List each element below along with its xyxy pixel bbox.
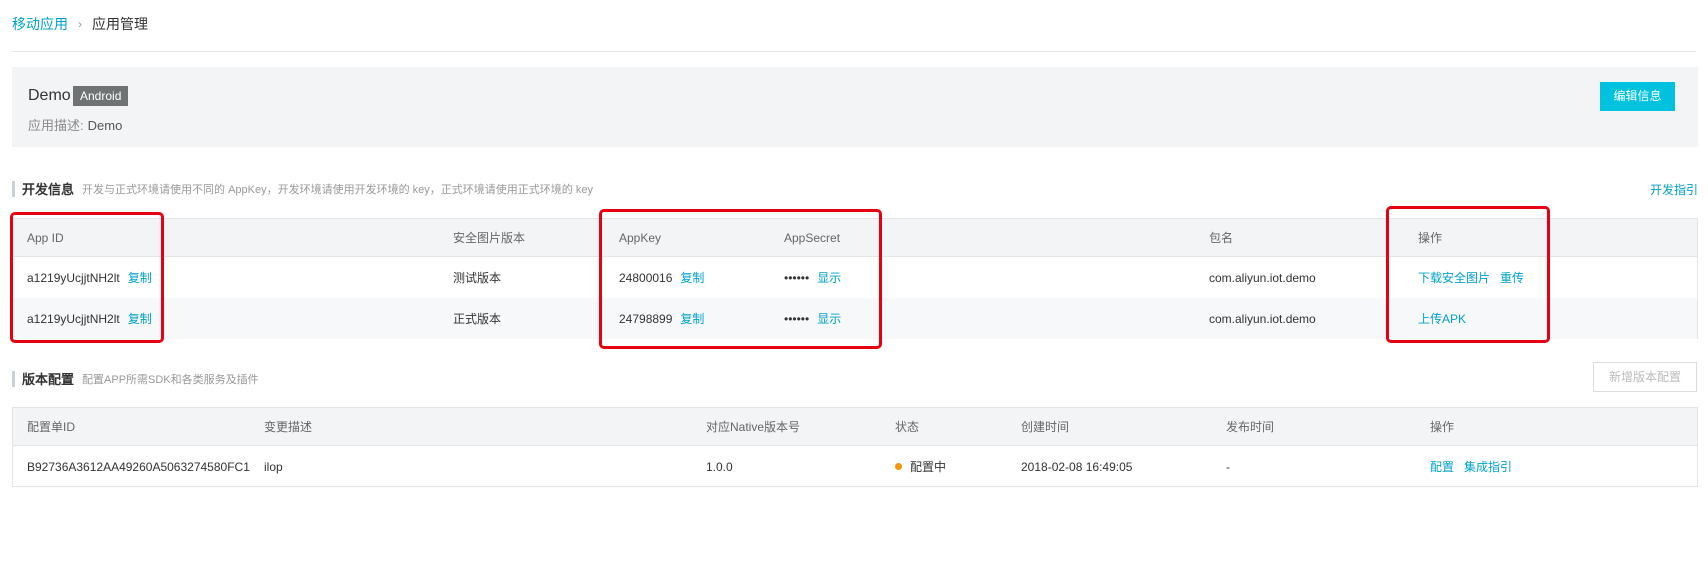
change-desc-value: ilop [264, 459, 283, 474]
version-config-hint: 配置APP所需SDK和各类服务及插件 [82, 373, 259, 386]
config-id-value: B92736A3612AA49260A5063274580FC1 [27, 459, 250, 474]
col-actions: 操作 [1418, 231, 1443, 245]
table-header: App ID 安全图片版本 AppKey AppSecret 包名 操作 [13, 219, 1697, 257]
table-row: a1219yUcjjtNH2lt 复制 正式版本 24798899 复制 •••… [13, 298, 1697, 339]
col-status: 状态 [895, 420, 920, 434]
integration-guide-link[interactable]: 集成指引 [1464, 458, 1512, 475]
dev-info-header: 开发信息 开发与正式环境请使用不同的 AppKey，开发环境请使用开发环境的 k… [12, 179, 593, 198]
platform-badge: Android [73, 86, 129, 106]
col-change-desc: 变更描述 [264, 420, 313, 434]
show-secret-button[interactable]: 显示 [817, 269, 841, 286]
package-name-value: com.aliyun.iot.demo [1209, 311, 1316, 326]
col-app-id: App ID [27, 230, 64, 245]
add-version-config-button[interactable]: 新增版本配置 [1593, 362, 1697, 392]
app-key-value: 24798899 [619, 311, 673, 326]
app-key-value: 24800016 [619, 270, 673, 285]
copy-app-id-button[interactable]: 复制 [128, 310, 152, 327]
breadcrumb: 移动应用 › 应用管理 [12, 14, 148, 34]
copy-app-id-button[interactable]: 复制 [128, 269, 152, 286]
chevron-right-icon: › [78, 17, 82, 31]
reupload-link[interactable]: 重传 [1500, 269, 1524, 286]
col-app-key: AppKey [619, 230, 662, 245]
copy-app-key-button[interactable]: 复制 [680, 269, 704, 286]
app-secret-masked: •••••• [784, 270, 810, 285]
app-id-value: a1219yUcjjtNH2lt [27, 311, 120, 326]
status-value: 配置中 [910, 460, 947, 474]
app-description-value: Demo [87, 118, 123, 133]
upload-apk-link[interactable]: 上传APK [1418, 310, 1466, 327]
breadcrumb-current: 应用管理 [92, 16, 148, 32]
app-description: 应用描述: Demo [28, 115, 122, 134]
header-divider [12, 51, 1696, 52]
dev-info-hint: 开发与正式环境请使用不同的 AppKey，开发环境请使用开发环境的 key，正式… [82, 183, 593, 196]
edit-info-button[interactable]: 编辑信息 [1600, 82, 1675, 111]
status-dot-icon [895, 463, 902, 470]
table-header: 配置单ID 变更描述 对应Native版本号 状态 创建时间 发布时间 操作 [13, 408, 1697, 446]
col-app-secret: AppSecret [784, 230, 841, 245]
configure-link[interactable]: 配置 [1430, 458, 1454, 475]
col-created-time: 创建时间 [1021, 420, 1070, 434]
published-time-value: - [1226, 459, 1230, 474]
app-secret-masked: •••••• [784, 311, 810, 326]
image-version-value: 测试版本 [453, 271, 502, 285]
created-time-value: 2018-02-08 16:49:05 [1021, 459, 1133, 474]
table-row: B92736A3612AA49260A5063274580FC1 ilop 1.… [13, 446, 1697, 487]
col-published-time: 发布时间 [1226, 420, 1275, 434]
download-security-image-link[interactable]: 下载安全图片 [1418, 269, 1490, 286]
col-native-version: 对应Native版本号 [706, 420, 801, 434]
copy-app-key-button[interactable]: 复制 [680, 310, 704, 327]
app-id-value: a1219yUcjjtNH2lt [27, 270, 120, 285]
col-actions: 操作 [1430, 420, 1455, 434]
table-row: a1219yUcjjtNH2lt 复制 测试版本 24800016 复制 •••… [13, 257, 1697, 298]
version-config-header: 版本配置 配置APP所需SDK和各类服务及插件 [12, 369, 259, 388]
breadcrumb-mobile-apps-link[interactable]: 移动应用 [12, 14, 68, 34]
native-version-value: 1.0.0 [706, 459, 733, 474]
app-description-label: 应用描述: [28, 118, 84, 133]
section-marker [12, 370, 15, 387]
app-info-card [12, 67, 1698, 147]
col-config-id: 配置单ID [27, 420, 76, 434]
col-image-version: 安全图片版本 [453, 231, 526, 245]
version-config-title: 版本配置 [22, 372, 75, 387]
col-package: 包名 [1209, 231, 1234, 245]
dev-guide-link[interactable]: 开发指引 [1650, 181, 1698, 198]
image-version-value: 正式版本 [453, 312, 502, 326]
package-name-value: com.aliyun.iot.demo [1209, 270, 1316, 285]
dev-info-table: App ID 安全图片版本 AppKey AppSecret 包名 操作 a12… [12, 218, 1698, 339]
show-secret-button[interactable]: 显示 [817, 310, 841, 327]
section-marker [12, 180, 15, 197]
app-name: Demo [28, 87, 71, 104]
version-config-table: 配置单ID 变更描述 对应Native版本号 状态 创建时间 发布时间 操作 B… [12, 407, 1698, 487]
dev-info-title: 开发信息 [22, 182, 75, 197]
